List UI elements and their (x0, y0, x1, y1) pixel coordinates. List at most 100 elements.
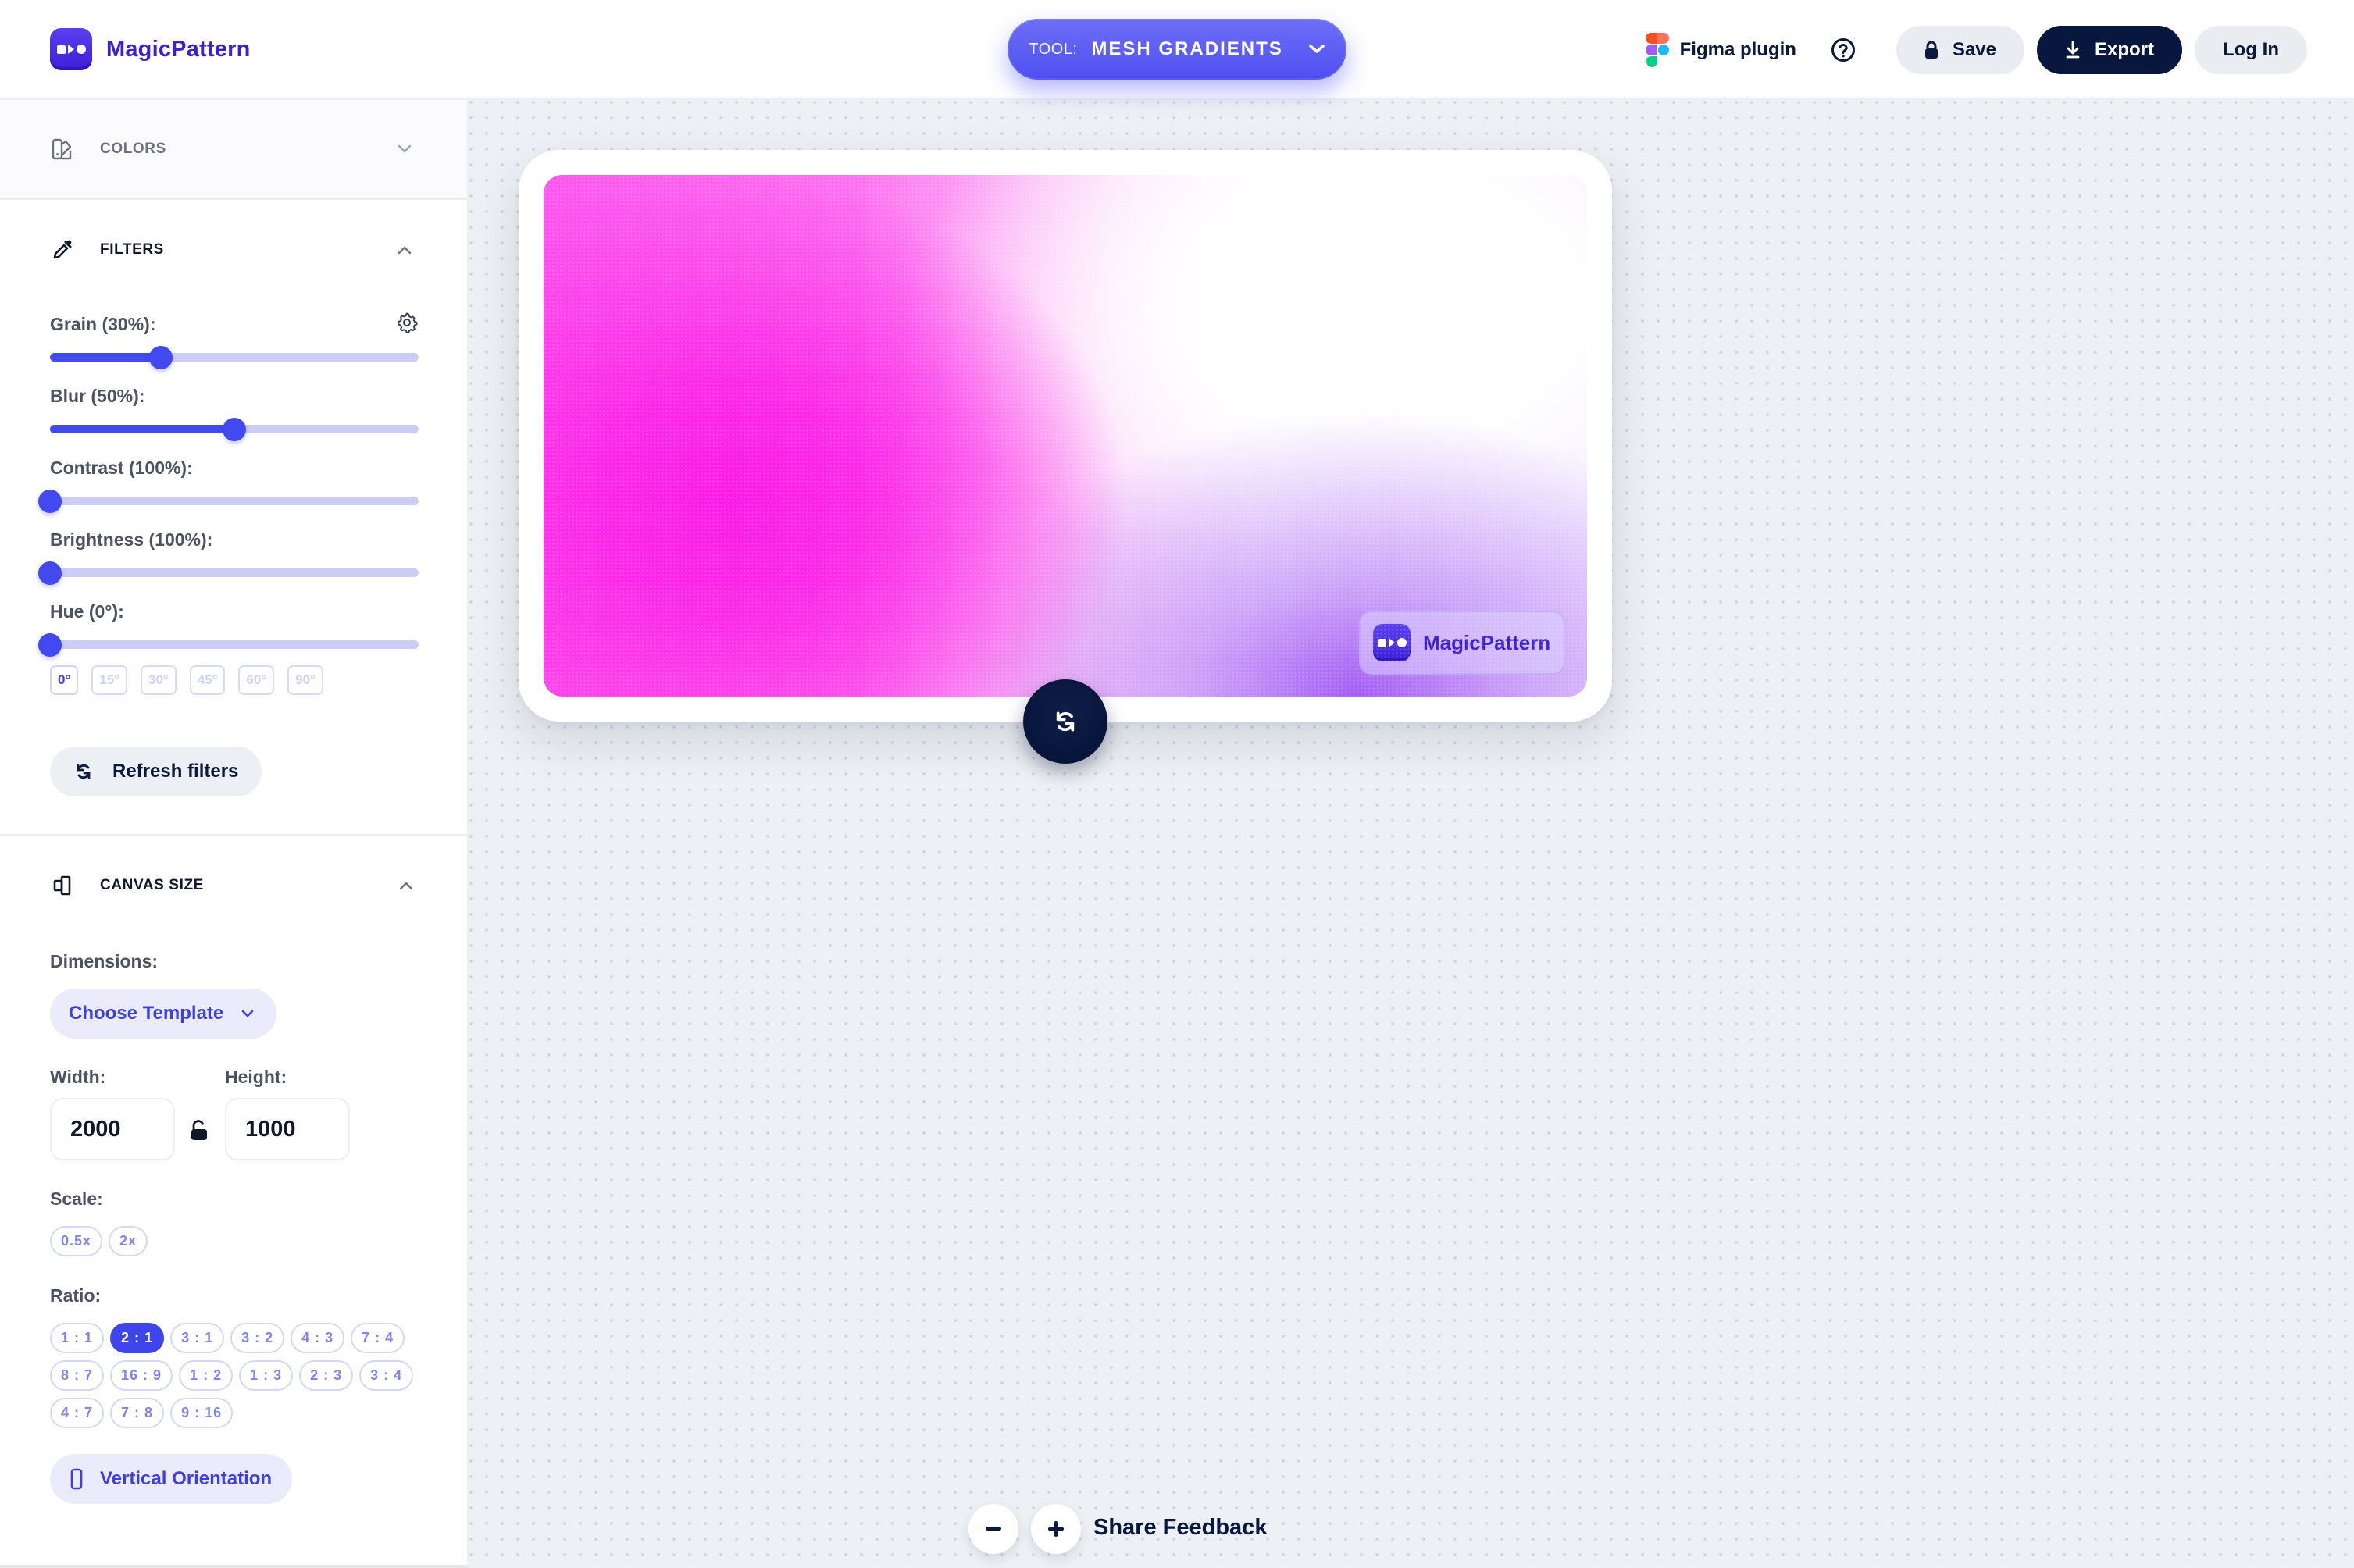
login-button[interactable]: Log In (2195, 26, 2307, 74)
section-filters-title: FILTERS (100, 241, 164, 258)
ratio-option-chip[interactable]: 4 : 7 (50, 1398, 105, 1428)
ratio-option-chip[interactable]: 7 : 4 (351, 1323, 405, 1353)
hue-slider-row: Hue (0°): (38, 601, 419, 657)
share-feedback-link[interactable]: Share Feedback (1093, 1515, 1267, 1541)
brightness-slider[interactable] (38, 561, 419, 585)
plus-icon (1048, 1521, 1064, 1537)
ratio-row: 8 : 7 16 : 91 : 21 : 32 : 33 : 4 (50, 1360, 414, 1391)
hue-preset-chip[interactable]: 90° (287, 665, 323, 695)
figma-plugin-link[interactable]: Figma plugin (1645, 33, 1796, 67)
scale-options: 0.5x 2x (50, 1226, 148, 1256)
hue-slider-thumb[interactable] (38, 633, 62, 657)
scale-label: Scale: (50, 1188, 103, 1209)
hue-preset-chip[interactable]: 60° (238, 665, 275, 695)
ratio-option-chip[interactable]: 16 : 9 (110, 1360, 173, 1391)
tool-selector-button[interactable]: TOOL: MESH GRADIENTS (1008, 19, 1346, 80)
save-button[interactable]: Save (1896, 26, 2024, 74)
blur-slider[interactable] (50, 417, 419, 441)
phone-portrait-icon (70, 1468, 83, 1490)
ratio-row: 1 : 12 : 13 : 13 : 24 : 37 : 4 (50, 1323, 405, 1353)
dimensions-label: Dimensions: (50, 951, 159, 971)
vertical-orientation-button[interactable]: Vertical Orientation (50, 1454, 293, 1504)
hue-preset-chip[interactable]: 45° (189, 665, 226, 695)
download-icon (2066, 41, 2080, 59)
eyedropper-icon (53, 240, 72, 259)
ratio-option-chip[interactable]: 7 : 8 (110, 1398, 165, 1428)
help-button[interactable] (1831, 37, 1856, 62)
ratio-option-chip[interactable]: 8 : 7 (50, 1360, 105, 1391)
magicpattern-logo-icon (1373, 624, 1411, 661)
hue-preset-chip[interactable]: 30° (140, 665, 177, 695)
regenerate-gradient-button[interactable] (1023, 679, 1107, 764)
refresh-filters-button[interactable]: Refresh filters (50, 747, 262, 796)
grain-settings-button[interactable] (395, 311, 419, 338)
choose-template-label: Choose Template (69, 1003, 224, 1024)
refresh-icon (77, 764, 91, 779)
watermark-text: MagicPattern (1423, 630, 1551, 654)
brand-logo[interactable]: MagicPattern (50, 28, 251, 70)
grain-slider-row: Grain (30%): (50, 311, 419, 369)
hue-preset-chip[interactable]: 15° (91, 665, 127, 695)
hue-preset-chip[interactable]: 0° (50, 665, 79, 695)
ratio-option-chip[interactable]: 3 : 4 (359, 1360, 414, 1391)
tool-prefix-label: TOOL: (1029, 40, 1078, 58)
aspect-lock-toggle[interactable] (191, 1120, 208, 1146)
lock-icon (1924, 41, 1938, 59)
grain-slider[interactable] (50, 345, 419, 369)
figma-icon (1645, 33, 1669, 67)
login-label: Log In (2223, 39, 2279, 60)
contrast-slider[interactable] (38, 489, 419, 513)
scale-option-chip[interactable]: 2x (109, 1226, 148, 1256)
ratio-option-chip[interactable]: 1 : 1 (50, 1323, 105, 1353)
ratio-option-chip[interactable]: 1 : 3 (239, 1360, 294, 1391)
zoom-in-button[interactable] (1031, 1504, 1081, 1554)
chevron-up-icon (398, 246, 412, 255)
brightness-slider-row: Brightness (100%): (38, 529, 419, 585)
hue-slider[interactable] (38, 633, 419, 657)
ratio-option-chip[interactable]: 2 : 3 (299, 1360, 354, 1391)
ratio-option-chip[interactable]: 3 : 2 (230, 1323, 285, 1353)
zoom-out-button[interactable] (968, 1504, 1018, 1554)
brand-name: MagicPattern (106, 36, 251, 62)
section-filters-header[interactable]: FILTERS (0, 200, 467, 300)
minus-icon (986, 1527, 1001, 1531)
export-button[interactable]: Export (2037, 26, 2183, 74)
refresh-filters-label: Refresh filters (112, 761, 239, 782)
ratio-option-chip[interactable]: 4 : 3 (291, 1323, 345, 1353)
grain-slider-fill (50, 353, 161, 362)
export-label: Export (2095, 39, 2155, 60)
mesh-gradient-preview[interactable]: MagicPattern (544, 175, 1587, 697)
section-colors-header[interactable]: COLORS (0, 100, 467, 200)
gradient-preview-frame: MagicPattern (519, 150, 1612, 722)
chevron-up-icon (399, 882, 413, 890)
choose-template-dropdown[interactable]: Choose Template (50, 989, 277, 1039)
figma-plugin-label: Figma plugin (1679, 39, 1796, 60)
sidebar: COLORS FILTERS Grain (30%): Blur (50%): … (0, 100, 469, 1568)
ratio-option-chip[interactable]: 3 : 1 (170, 1323, 225, 1353)
ratio-option-chip[interactable]: 9 : 16 (170, 1398, 234, 1428)
height-input[interactable]: 1000 (225, 1098, 350, 1160)
scale-option-chip[interactable]: 0.5x (50, 1226, 103, 1256)
ratio-label: Ratio: (50, 1285, 102, 1306)
top-bar: MagicPattern TOOL: MESH GRADIENTS Figma … (0, 0, 2354, 100)
grain-slider-thumb[interactable] (148, 345, 173, 369)
ratio-option-chip[interactable]: 2 : 1 (110, 1323, 165, 1353)
contrast-slider-thumb[interactable] (38, 489, 62, 513)
canvas-size-icon (53, 875, 71, 896)
brightness-slider-thumb[interactable] (38, 561, 62, 585)
gear-icon (398, 312, 418, 333)
magicpattern-watermark: MagicPattern (1359, 611, 1565, 675)
section-canvas-size-header[interactable]: CANVAS SIZE (0, 836, 469, 935)
tool-name-label: MESH GRADIENTS (1091, 38, 1283, 59)
vertical-orientation-label: Vertical Orientation (100, 1468, 273, 1489)
blur-slider-fill (50, 425, 234, 433)
blur-slider-thumb[interactable] (223, 417, 246, 441)
height-label: Height: (225, 1067, 287, 1087)
chevron-down-icon (241, 1010, 254, 1017)
ratio-option-chip[interactable]: 1 : 2 (179, 1360, 234, 1391)
width-input[interactable]: 2000 (50, 1098, 175, 1160)
section-canvas-size-title: CANVAS SIZE (100, 877, 204, 893)
magicpattern-logo-icon (50, 28, 92, 70)
contrast-slider-row: Contrast (100%): (38, 458, 419, 513)
blur-slider-row: Blur (50%): (50, 386, 419, 441)
